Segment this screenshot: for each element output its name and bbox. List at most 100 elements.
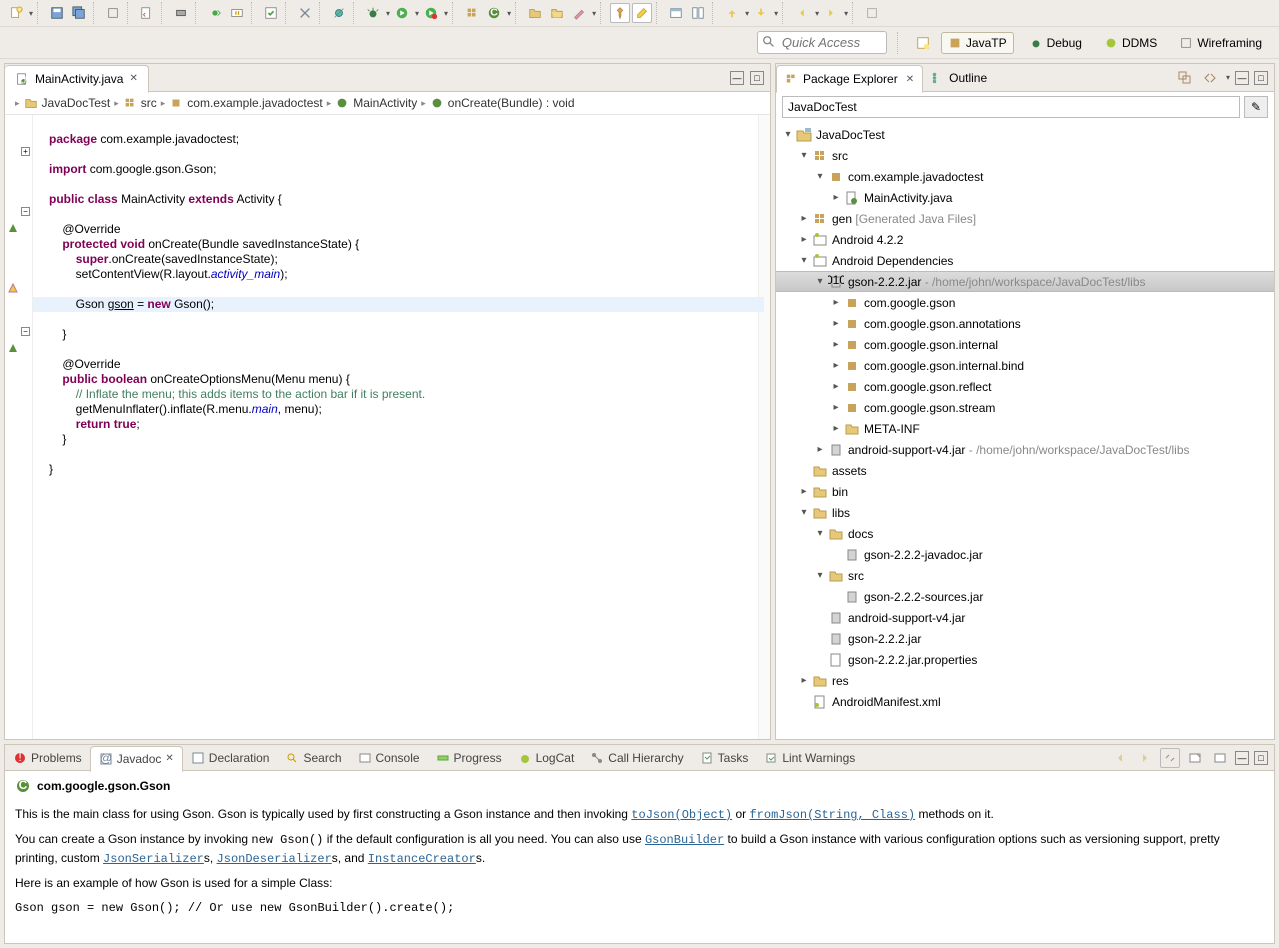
highlight-button[interactable] bbox=[632, 3, 652, 23]
chevron-right-icon[interactable]: ▸ bbox=[114, 98, 119, 109]
tree-row-package[interactable]: ▸com.google.gson.internal.bind bbox=[776, 355, 1274, 376]
perspective-wireframing[interactable]: Wireframing bbox=[1172, 32, 1269, 54]
tab-search[interactable]: Search bbox=[277, 745, 349, 771]
forward-button[interactable] bbox=[821, 3, 841, 23]
dropdown-arrow-icon[interactable]: ▾ bbox=[592, 9, 596, 18]
javadoc-link[interactable]: JsonSerializer bbox=[103, 852, 204, 866]
tree-row-package[interactable]: ▸com.google.gson.internal bbox=[776, 334, 1274, 355]
dropdown-arrow-icon[interactable]: ▾ bbox=[774, 9, 778, 18]
javadoc-link[interactable]: InstanceCreator bbox=[368, 852, 476, 866]
pin-button[interactable] bbox=[610, 3, 630, 23]
link-editor-button[interactable] bbox=[1200, 68, 1220, 88]
tab-declaration[interactable]: Declaration bbox=[183, 745, 278, 771]
overview-ruler[interactable] bbox=[758, 115, 770, 739]
minimize-button[interactable]: — bbox=[730, 71, 744, 85]
javadoc-link[interactable]: GsonBuilder bbox=[645, 833, 724, 847]
tree-row-file[interactable]: AndroidManifest.xml bbox=[776, 691, 1274, 712]
tree-row-folder[interactable]: ▾src bbox=[776, 565, 1274, 586]
dropdown-arrow-icon[interactable]: ▾ bbox=[745, 9, 749, 18]
nav-down-button[interactable] bbox=[751, 3, 771, 23]
warning-marker-icon[interactable] bbox=[7, 282, 19, 294]
javadoc-content[interactable]: C com.google.gson.Gson This is the main … bbox=[5, 771, 1274, 943]
print-button[interactable] bbox=[171, 3, 191, 23]
tree-row-android[interactable]: ▸Android 4.2.2 bbox=[776, 229, 1274, 250]
tree-row-jar[interactable]: ▸android-support-v4.jar - /home/john/wor… bbox=[776, 439, 1274, 460]
dropdown-arrow-icon[interactable]: ▾ bbox=[815, 9, 819, 18]
dropdown-arrow-icon[interactable]: ▾ bbox=[844, 9, 848, 18]
breadcrumb-item[interactable]: onCreate(Bundle) : void bbox=[430, 96, 575, 110]
open-perspective-button[interactable] bbox=[913, 33, 933, 53]
javadoc-link[interactable]: fromJson(String, Class) bbox=[749, 808, 915, 822]
tree-row-file[interactable]: gson-2.2.2.jar.properties bbox=[776, 649, 1274, 670]
layout-button[interactable] bbox=[688, 3, 708, 23]
perspective-ddms[interactable]: DDMS bbox=[1097, 32, 1164, 54]
expand-icon[interactable]: + bbox=[21, 147, 30, 156]
tab-tasks[interactable]: Tasks bbox=[692, 745, 757, 771]
editor-tab-mainactivity[interactable]: J MainActivity.java ✕ bbox=[5, 65, 149, 93]
open-project-button[interactable] bbox=[525, 3, 545, 23]
chevron-right-icon[interactable]: ▸ bbox=[421, 98, 426, 109]
skip-breakpoints-button[interactable] bbox=[329, 3, 349, 23]
override-marker-icon[interactable] bbox=[7, 342, 19, 354]
chevron-right-icon[interactable]: ▸ bbox=[161, 98, 166, 109]
dropdown-arrow-icon[interactable]: ▾ bbox=[444, 9, 448, 18]
tab-progress[interactable]: Progress bbox=[428, 745, 510, 771]
open-folder-button[interactable] bbox=[547, 3, 567, 23]
maximize-button[interactable]: □ bbox=[1254, 751, 1268, 765]
tab-logcat[interactable]: LogCat bbox=[510, 745, 583, 771]
tree-row-folder[interactable]: ▸res bbox=[776, 670, 1274, 691]
close-icon[interactable]: ✕ bbox=[165, 753, 173, 764]
suspend-button[interactable] bbox=[227, 3, 247, 23]
window-button[interactable] bbox=[666, 3, 686, 23]
tree-row-gen[interactable]: ▸gen [Generated Java Files] bbox=[776, 208, 1274, 229]
minimize-button[interactable]: — bbox=[1235, 71, 1249, 85]
tree-row-package[interactable]: ▸com.google.gson.annotations bbox=[776, 313, 1274, 334]
new-class-button[interactable]: C bbox=[484, 3, 504, 23]
tree-row-deps[interactable]: ▾Android Dependencies bbox=[776, 250, 1274, 271]
tree-row-folder[interactable]: ▸META-INF bbox=[776, 418, 1274, 439]
maximize-button[interactable]: □ bbox=[1254, 71, 1268, 85]
tree-row-package[interactable]: ▸com.google.gson bbox=[776, 292, 1274, 313]
editor-body[interactable]: + − − package com.example.javadoctest; i… bbox=[5, 115, 770, 739]
misc-button[interactable] bbox=[862, 3, 882, 23]
package-explorer-filter-input[interactable] bbox=[782, 96, 1240, 118]
tree-row-project[interactable]: ▾JavaDocTest bbox=[776, 124, 1274, 145]
tree-row-gson-jar[interactable]: ▾010gson-2.2.2.jar - /home/john/workspac… bbox=[776, 271, 1274, 292]
collapse-icon[interactable]: − bbox=[21, 207, 30, 216]
close-icon[interactable]: ✕ bbox=[129, 73, 137, 84]
override-marker-icon[interactable] bbox=[7, 222, 19, 234]
tree-row-package[interactable]: ▸com.google.gson.stream bbox=[776, 397, 1274, 418]
save-button[interactable] bbox=[47, 3, 67, 23]
minimize-button[interactable]: — bbox=[1235, 751, 1249, 765]
close-icon[interactable]: ✕ bbox=[906, 74, 914, 85]
clear-filter-button[interactable]: ✎ bbox=[1244, 96, 1268, 118]
dropdown-arrow-icon[interactable]: ▾ bbox=[386, 9, 390, 18]
tab-outline[interactable]: Outline bbox=[923, 64, 995, 92]
gutter[interactable]: + − − bbox=[5, 115, 33, 739]
nav-back-button[interactable] bbox=[1110, 748, 1130, 768]
breadcrumb-item[interactable]: MainActivity bbox=[335, 96, 417, 110]
package-explorer-tree[interactable]: ▾JavaDocTest ▾src ▾com.example.javadocte… bbox=[776, 122, 1274, 739]
breadcrumb-item[interactable]: com.example.javadoctest bbox=[169, 96, 322, 110]
brush-button[interactable] bbox=[569, 3, 589, 23]
breadcrumb-item[interactable]: JavaDocTest bbox=[24, 96, 111, 110]
tree-row-folder[interactable]: ▾docs bbox=[776, 523, 1274, 544]
open-browser-button[interactable] bbox=[1185, 748, 1205, 768]
nav-forward-button[interactable] bbox=[1135, 748, 1155, 768]
perspective-javatp[interactable]: JavaTP bbox=[941, 32, 1014, 54]
tree-row-java-file[interactable]: ▸MainActivity.java bbox=[776, 187, 1274, 208]
quick-access[interactable] bbox=[757, 31, 887, 54]
tree-row-folder[interactable]: ▸bin bbox=[776, 481, 1274, 502]
tab-call-hierarchy[interactable]: Call Hierarchy bbox=[582, 745, 691, 771]
tab-problems[interactable]: !Problems bbox=[5, 745, 90, 771]
chevron-right-icon[interactable]: ▸ bbox=[327, 98, 332, 109]
back-button[interactable] bbox=[792, 3, 812, 23]
tree-row-jar[interactable]: android-support-v4.jar bbox=[776, 607, 1274, 628]
debug-button[interactable] bbox=[363, 3, 383, 23]
tree-row-package[interactable]: ▾com.example.javadoctest bbox=[776, 166, 1274, 187]
save-all-button[interactable] bbox=[69, 3, 89, 23]
tab-lint[interactable]: Lint Warnings bbox=[756, 745, 863, 771]
new-button[interactable] bbox=[6, 3, 26, 23]
chevron-right-icon[interactable]: ▸ bbox=[15, 98, 20, 109]
collapse-all-button[interactable] bbox=[1175, 68, 1195, 88]
